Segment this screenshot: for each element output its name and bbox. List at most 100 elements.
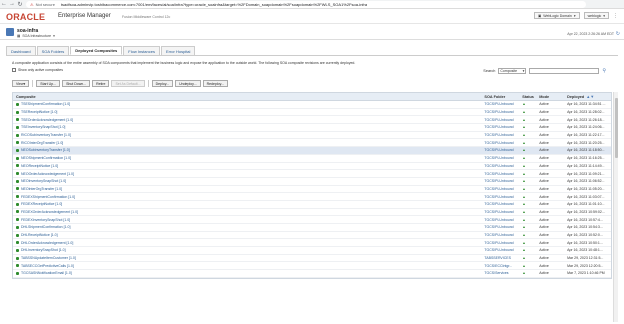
column-mode[interactable]: Mode [539, 95, 567, 99]
composite-link[interactable]: FEDEXShipmentConfirmation [1.0] [21, 195, 75, 199]
soa-folder-link[interactable]: TGCS\PLUnbound [484, 133, 522, 137]
tab-deployed-composites[interactable]: Deployed Composites [70, 46, 123, 55]
weblogic-domain-menu[interactable]: ▣ WebLogic Domain ▾ [533, 12, 580, 19]
soa-folder-link[interactable]: TGCS\PLUnbound [484, 241, 522, 245]
composite-link[interactable]: RICOInterOrgTransfer [1.0] [21, 141, 63, 145]
soa-infrastructure-menu[interactable]: ▩ SOA Infrastructure ▾ [17, 34, 55, 38]
undeploy-button[interactable]: Undeploy... [175, 80, 201, 87]
search-icon[interactable]: ⚲ [602, 68, 606, 74]
soa-folder-link[interactable]: TGCS\PLUnbound [484, 148, 522, 152]
vertical-scrollbar[interactable] [613, 92, 618, 322]
start-up-button[interactable]: Start Up... [36, 80, 61, 87]
soa-folder-link[interactable]: TGCS\PLUnbound [484, 179, 522, 183]
deploy-button[interactable]: Deploy... [151, 80, 174, 87]
column-composite[interactable]: Composite [13, 95, 484, 99]
composite-link[interactable]: TABSSNUpdateItemCustomer [1.0] [21, 256, 76, 260]
column-status[interactable]: Status [522, 95, 539, 99]
table-row[interactable]: NEOShipmentConfirmation [1.0] TGCS\PLUnbo… [13, 155, 611, 163]
reload-icon[interactable]: ↻ [16, 0, 24, 9]
soa-folder-link[interactable]: TGCS\PLUnbound [484, 118, 522, 122]
composite-link[interactable]: NEOInterOrgTransfer [1.0] [21, 187, 62, 191]
table-row[interactable]: FEDEXReceiptNotice [1.0] TGCS\PLUnbound ▲ A… [13, 201, 611, 209]
composite-link[interactable]: TABSECCGetPredictiveCalls [1.0] [21, 264, 74, 268]
sort-icon[interactable]: ▲▼ [586, 94, 594, 99]
composite-link[interactable]: NEOReceiptNotice [1.0] [21, 164, 58, 168]
table-row[interactable]: NEOReceiptNotice [1.0] TGCS\PLUnbound ▲ Act… [13, 163, 611, 171]
shut-down-button[interactable]: Shut Down... [62, 80, 91, 87]
table-row[interactable]: NEOInterOrgTransfer [1.0] TGCS\PLUnbound ▲… [13, 186, 611, 194]
tab-error-hospital[interactable]: Error Hospital [160, 46, 196, 55]
table-row[interactable]: DHLShipmentConfirmation [1.0] TGCS\PLUnbo… [13, 224, 611, 232]
soa-folder-link[interactable]: TGCS\ECCIntgr... [484, 264, 522, 268]
address-bar[interactable]: ⚠ Not secure tsadfsoa-adminvip.toshibaco… [26, 0, 586, 8]
column-deployed[interactable]: Deployed ▲▼ [567, 94, 611, 99]
composite-link[interactable]: DHLInventorySnapShot [1.0] [21, 248, 66, 252]
soa-folder-link[interactable]: TGCS\PLUnbound [484, 164, 522, 168]
table-row[interactable]: NEOSubinventoryTransfer [1.0] TGCS\PLUnbo… [13, 147, 611, 155]
scrollbar-thumb[interactable] [615, 98, 618, 158]
table-row[interactable]: TABSSNUpdateItemCustomer [1.0] TABSSERVIC… [13, 255, 611, 263]
soa-folder-link[interactable]: TGCS\PLUnbound [484, 225, 522, 229]
search-type-select[interactable]: Composite ▾ [498, 68, 527, 74]
soa-folder-link[interactable]: TGCS\PLUnbound [484, 172, 522, 176]
user-menu[interactable]: weblogic ▾ [583, 12, 609, 19]
composite-link[interactable]: NEOInventorySnapShot [1.0] [21, 179, 66, 183]
soa-folder-link[interactable]: TGCS\PLUnbound [484, 125, 522, 129]
composite-link[interactable]: FEDEXOrderAcknowledgement [1.0] [21, 210, 78, 214]
set-as-default-button[interactable]: Set As Default... [111, 80, 145, 87]
soa-folder-link[interactable]: TGCS\PLUnbound [484, 202, 522, 206]
composite-link[interactable]: TGCSASNNotificationEmail [1.0] [21, 271, 72, 275]
soa-folder-link[interactable]: TGCS\PLUnbound [484, 110, 522, 114]
soa-folder-link[interactable]: TGCS\PLUnbound [484, 218, 522, 222]
table-row[interactable]: DHLInventorySnapShot [1.0] TGCS\PLUnbound… [13, 247, 611, 255]
composite-link[interactable]: NEOSubinventoryTransfer [1.0] [21, 148, 70, 152]
back-icon[interactable]: ← [0, 0, 8, 9]
table-row[interactable]: NEOOrderAcknowledgement [1.0] TGCS\PLUnbo… [13, 170, 611, 178]
soa-folder-link[interactable]: TGCS\PLUnbound [484, 248, 522, 252]
refresh-icon[interactable]: ↻ [616, 31, 620, 37]
composite-link[interactable]: NEOOrderAcknowledgement [1.0] [21, 172, 74, 176]
composite-link[interactable]: TSEReceiptNotice [1.0] [21, 110, 57, 114]
table-row[interactable]: TSEOrderAcknowledgement [1.0] TGCS\PLUnbo… [13, 116, 611, 125]
composite-link[interactable]: TSEShipmentConfirmation [1.0] [21, 102, 70, 106]
composite-link[interactable]: DHLShipmentConfirmation [1.0] [21, 225, 70, 229]
composite-link[interactable]: NEOShipmentConfirmation [1.0] [21, 156, 71, 160]
soa-folder-link[interactable]: TGCS\PLUnbound [484, 233, 522, 237]
soa-folder-link[interactable]: TGCS\PLUnbound [484, 102, 522, 106]
composite-link[interactable]: FEDEXReceiptNotice [1.0] [21, 202, 62, 206]
soa-folder-link[interactable]: TGCS\PLUnbound [484, 195, 522, 199]
table-row[interactable]: TSEInventorySnapShot [1.0] TGCS\PLUnbound… [13, 124, 611, 132]
soa-folder-link[interactable]: TGCS\Services [484, 271, 522, 275]
table-row[interactable]: NEOInventorySnapShot [1.0] TGCS\PLUnbound… [13, 178, 611, 186]
soa-folder-link[interactable]: TABSSERVICES [484, 256, 522, 260]
composite-link[interactable]: TSEOrderAcknowledgement [1.0] [21, 118, 73, 122]
table-row[interactable]: TSEShipmentConfirmation [1.0] TGCS\PLUnbo… [13, 101, 611, 109]
show-active-checkbox[interactable] [12, 68, 16, 72]
retire-button[interactable]: Retire [92, 80, 110, 87]
composite-link[interactable]: RICOSubinventoryTransfer [1.0] [21, 133, 71, 137]
redeploy-button[interactable]: Redeploy... [202, 80, 229, 87]
table-row[interactable]: FEDEXInventorySnapShot [1.0] TGCS\PLUnbou… [13, 216, 611, 224]
table-row[interactable]: TABSECCGetPredictiveCalls [1.0] TGCS\ECCI… [13, 262, 611, 271]
composite-link[interactable]: DHLReceiptNotice [1.0] [21, 233, 58, 237]
table-row[interactable]: FEDEXShipmentConfirmation [1.0] TGCS\PLUn… [13, 193, 611, 201]
more-options-icon[interactable]: ⋮ [613, 13, 618, 19]
soa-folder-link[interactable]: TGCS\PLUnbound [484, 210, 522, 214]
table-row[interactable]: TSEReceiptNotice [1.0] TGCS\PLUnbound ▲ Act… [13, 109, 611, 117]
tab-flow-instances[interactable]: Flow Instances [123, 46, 160, 55]
forward-icon[interactable]: → [8, 0, 16, 9]
column-soa-folder[interactable]: SOA Folder [484, 95, 522, 99]
search-input[interactable] [529, 68, 600, 74]
tab-soa-folders[interactable]: SOA Folders [36, 46, 70, 55]
composite-link[interactable]: TSEInventorySnapShot [1.0] [21, 125, 65, 129]
table-row[interactable]: DHLReceiptNotice [1.0] TGCS\PLUnbound ▲ Act… [13, 232, 611, 240]
table-row[interactable]: RICOInterOrgTransfer [1.0] TGCS\PLUnbound… [13, 139, 611, 148]
view-menu[interactable]: View ▾ [12, 80, 30, 87]
composite-link[interactable]: DHLOrderAcknowledgement [1.0] [21, 241, 73, 245]
soa-folder-link[interactable]: TGCS\PLUnbound [484, 156, 522, 160]
soa-folder-link[interactable]: TGCS\PLUnbound [484, 187, 522, 191]
soa-folder-link[interactable]: TGCS\PLUnbound [484, 141, 522, 145]
table-row[interactable]: TGCSASNNotificationEmail [1.0] TGCS\Servi… [13, 270, 611, 278]
table-row[interactable]: FEDEXOrderAcknowledgement [1.0] TGCS\PLUn… [13, 209, 611, 217]
tab-dashboard[interactable]: Dashboard [6, 46, 36, 55]
